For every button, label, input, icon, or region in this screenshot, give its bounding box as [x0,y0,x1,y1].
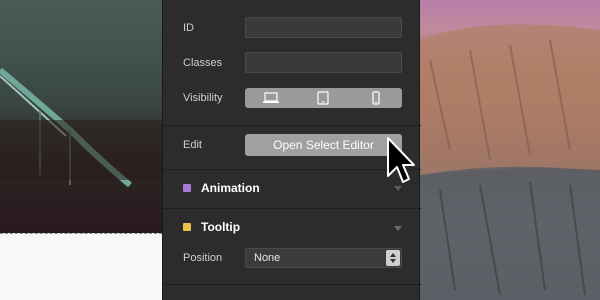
animation-section-header[interactable]: Animation [163,170,421,208]
background-image-left [0,0,162,300]
phone-icon [372,91,380,105]
inspector-panel: ID Classes Visibility Edit Open Select E… [162,0,421,300]
open-select-editor-button[interactable]: Open Select Editor [245,134,402,156]
tooltip-section-header[interactable]: Tooltip [163,209,421,243]
tooltip-color-swatch [183,223,191,231]
visibility-label: Visibility [183,92,223,104]
position-label: Position [183,252,223,264]
chevron-down-icon [394,226,402,231]
position-select-value: None [254,252,281,264]
mouse-cursor-icon [387,137,415,183]
visibility-tablet-button[interactable] [308,89,338,107]
visibility-phone-button[interactable] [361,89,391,107]
canvas-area [0,233,162,300]
edit-label: Edit [183,139,202,151]
animation-color-swatch [183,184,191,192]
tooltip-section-title: Tooltip [201,220,241,234]
visibility-desktop-button[interactable] [256,89,286,107]
select-stepper-icon [386,250,400,266]
classes-label: Classes [183,57,223,69]
id-label: ID [183,22,194,34]
tablet-icon [317,91,330,105]
divider [163,284,421,285]
classes-input[interactable] [245,52,402,73]
animation-section-title: Animation [201,181,260,195]
divider [163,125,421,126]
background-image-right [420,0,600,300]
position-select[interactable]: None [245,248,402,268]
id-input[interactable] [245,17,402,38]
desktop-icon [263,92,280,103]
visibility-toggle-group [245,88,402,108]
